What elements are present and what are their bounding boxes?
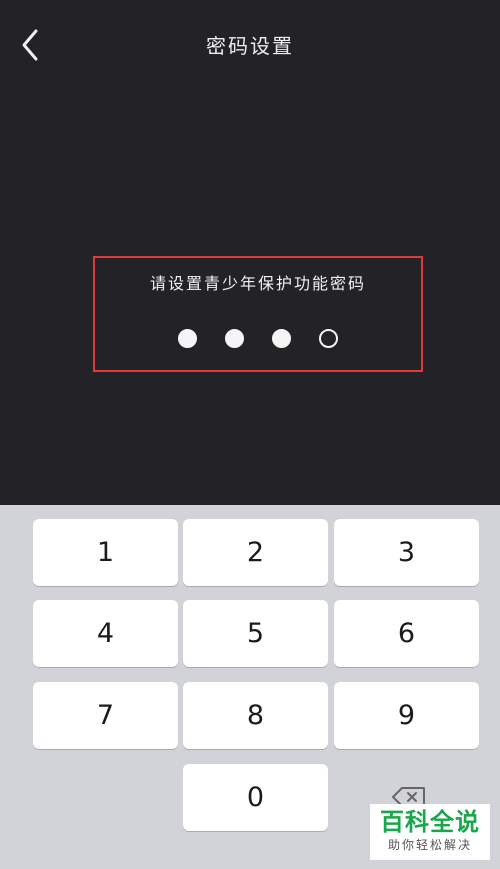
key-6[interactable]: 6 [334,600,479,667]
passcode-dot [319,329,338,348]
header: 密码设置 [0,0,500,90]
key-4[interactable]: 4 [33,600,178,667]
key-8[interactable]: 8 [183,682,328,749]
page-title: 密码设置 [206,34,294,58]
passcode-prompt: 请设置青少年保护功能密码 [149,274,366,293]
passcode-dot [272,329,291,348]
key-1[interactable]: 1 [33,519,178,586]
key-3[interactable]: 3 [334,519,479,586]
watermark-title: 百科全说 [380,808,480,836]
key-0[interactable]: 0 [183,764,328,831]
watermark-subtitle: 助你轻松解决 [387,838,472,852]
key-9[interactable]: 9 [334,682,479,749]
passcode-dot [225,329,244,348]
passcode-dots [95,329,421,348]
key-2[interactable]: 2 [183,519,328,586]
passcode-entry-area: 请设置青少年保护功能密码 [93,256,423,372]
passcode-dot [178,329,197,348]
key-5[interactable]: 5 [183,600,328,667]
watermark-logo: 百科全说 助你轻松解决 [370,804,490,860]
key-7[interactable]: 7 [33,682,178,749]
